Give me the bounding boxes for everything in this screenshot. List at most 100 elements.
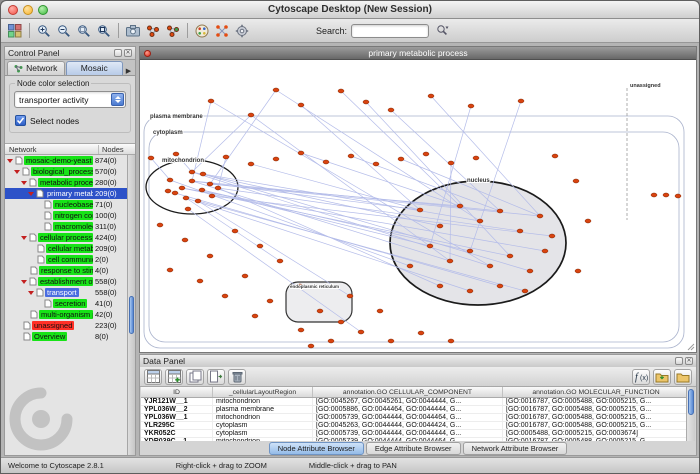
select-attributes-icon[interactable] [144,369,162,385]
plugins-icon[interactable] [232,21,252,41]
column-header[interactable]: annotation.GO MOLECULAR_FUNCTION [503,387,690,397]
table-row[interactable]: YKR052Ccytoplasm[GO:0005739, GO:0044444,… [141,430,695,438]
tree-row[interactable]: multi-organism pro...42(0) [5,309,127,320]
tab-network-attribute-browser[interactable]: Network Attribute Browser [463,442,568,455]
overview-icon[interactable] [143,21,163,41]
network-node[interactable] [477,219,483,223]
tree-row[interactable]: nucleobase...71(0) [5,199,127,210]
resize-grip-icon[interactable] [686,342,695,351]
tree-col-network[interactable]: Network [5,145,99,154]
tree-row[interactable]: secretion41(0) [5,298,127,309]
expander-icon[interactable] [21,181,27,185]
tree-row[interactable]: cell communica...2(0) [5,254,127,265]
network-node[interactable] [200,172,206,176]
layout-icon[interactable] [212,21,232,41]
network-node[interactable] [517,229,523,233]
network-node[interactable] [675,194,681,198]
network-node[interactable] [189,170,195,174]
tab-node-attribute-browser[interactable]: Node Attribute Browser [269,442,364,455]
tree-row[interactable]: Overview8(0) [5,331,127,342]
network-node[interactable] [172,191,178,195]
network-node[interactable] [398,157,404,161]
expander-icon[interactable] [28,192,34,196]
close-panel-icon[interactable]: ✕ [124,49,132,57]
network-node[interactable] [209,194,215,198]
network-node[interactable] [473,156,479,160]
table-row[interactable]: YLR295Ccytoplasm[GO:0045263, GO:0044444,… [141,422,695,430]
network-node[interactable] [522,289,528,293]
network-canvas[interactable]: plasma membranecytoplasmmitochondrionnuc… [140,60,696,352]
export-attributes-icon[interactable] [674,369,692,385]
network-node[interactable] [197,279,203,283]
formula-builder-icon[interactable]: f(x) [632,369,650,385]
tree-row[interactable]: primary metab...209(0) [5,188,127,199]
network-node[interactable] [417,208,423,212]
expander-icon[interactable] [21,236,27,240]
zoom-selected-icon[interactable] [74,21,94,41]
column-header[interactable]: _cellularLayoutRegion [213,387,313,397]
network-node[interactable] [267,299,273,303]
network-node[interactable] [347,294,353,298]
vizmapper-icon[interactable] [192,21,212,41]
network-node[interactable] [537,214,543,218]
table-scrollbar-thumb[interactable] [688,389,694,415]
network-view-icon[interactable] [163,21,183,41]
network-node[interactable] [363,100,369,104]
select-nodes-checkbox[interactable] [15,115,26,126]
tree-row[interactable]: establishment of lo...558(0) [5,276,127,287]
network-node[interactable] [428,94,434,98]
network-node[interactable] [222,294,228,298]
network-node[interactable] [182,238,188,242]
network-node[interactable] [573,179,579,183]
import-attributes-icon[interactable] [653,369,671,385]
tree-row[interactable]: biological_process570(0) [5,166,127,177]
network-node[interactable] [257,244,263,248]
expander-icon[interactable] [21,280,27,284]
network-node[interactable] [407,264,413,268]
snapshot-icon[interactable] [123,21,143,41]
expander-icon[interactable] [7,159,13,163]
tree-col-nodes[interactable]: Nodes [99,145,135,154]
network-node[interactable] [215,186,221,190]
network-node[interactable] [437,224,443,228]
network-node[interactable] [418,331,424,335]
network-node[interactable] [348,154,354,158]
network-node[interactable] [273,88,279,92]
network-node[interactable] [542,249,548,253]
tree-row[interactable]: mosaic-demo-yeast874(0) [5,155,127,166]
column-header[interactable]: annotation.GO CELLULAR_COMPONENT [313,387,503,397]
network-node[interactable] [232,229,238,233]
network-node[interactable] [448,339,454,343]
tree-row[interactable]: metabolic process280(0) [5,177,127,188]
network-node[interactable] [157,223,163,227]
network-node[interactable] [423,152,429,156]
zoom-out-icon[interactable] [54,21,74,41]
network-node[interactable] [328,339,334,343]
network-node[interactable] [277,259,283,263]
network-node[interactable] [248,113,254,117]
network-node[interactable] [467,289,473,293]
network-node[interactable] [207,182,213,186]
tree-row[interactable]: transport558(0) [5,287,127,298]
network-node[interactable] [497,284,503,288]
float-panel-icon[interactable] [114,49,122,57]
network-node[interactable] [651,193,657,197]
table-scrollbar[interactable] [686,387,695,441]
network-node[interactable] [388,108,394,112]
zoom-in-icon[interactable] [34,21,54,41]
network-node[interactable] [467,249,473,253]
network-node[interactable] [338,89,344,93]
search-input[interactable] [351,24,429,38]
network-node[interactable] [518,99,524,103]
network-node[interactable] [527,269,533,273]
network-node[interactable] [497,209,503,213]
network-node[interactable] [223,155,229,159]
network-node[interactable] [507,254,513,258]
network-node[interactable] [207,254,213,258]
node-color-dropdown[interactable]: transporter activity [14,91,126,108]
network-node[interactable] [148,156,154,160]
network-node[interactable] [468,104,474,108]
network-node[interactable] [189,179,195,183]
network-node[interactable] [167,178,173,182]
network-node[interactable] [323,160,329,164]
